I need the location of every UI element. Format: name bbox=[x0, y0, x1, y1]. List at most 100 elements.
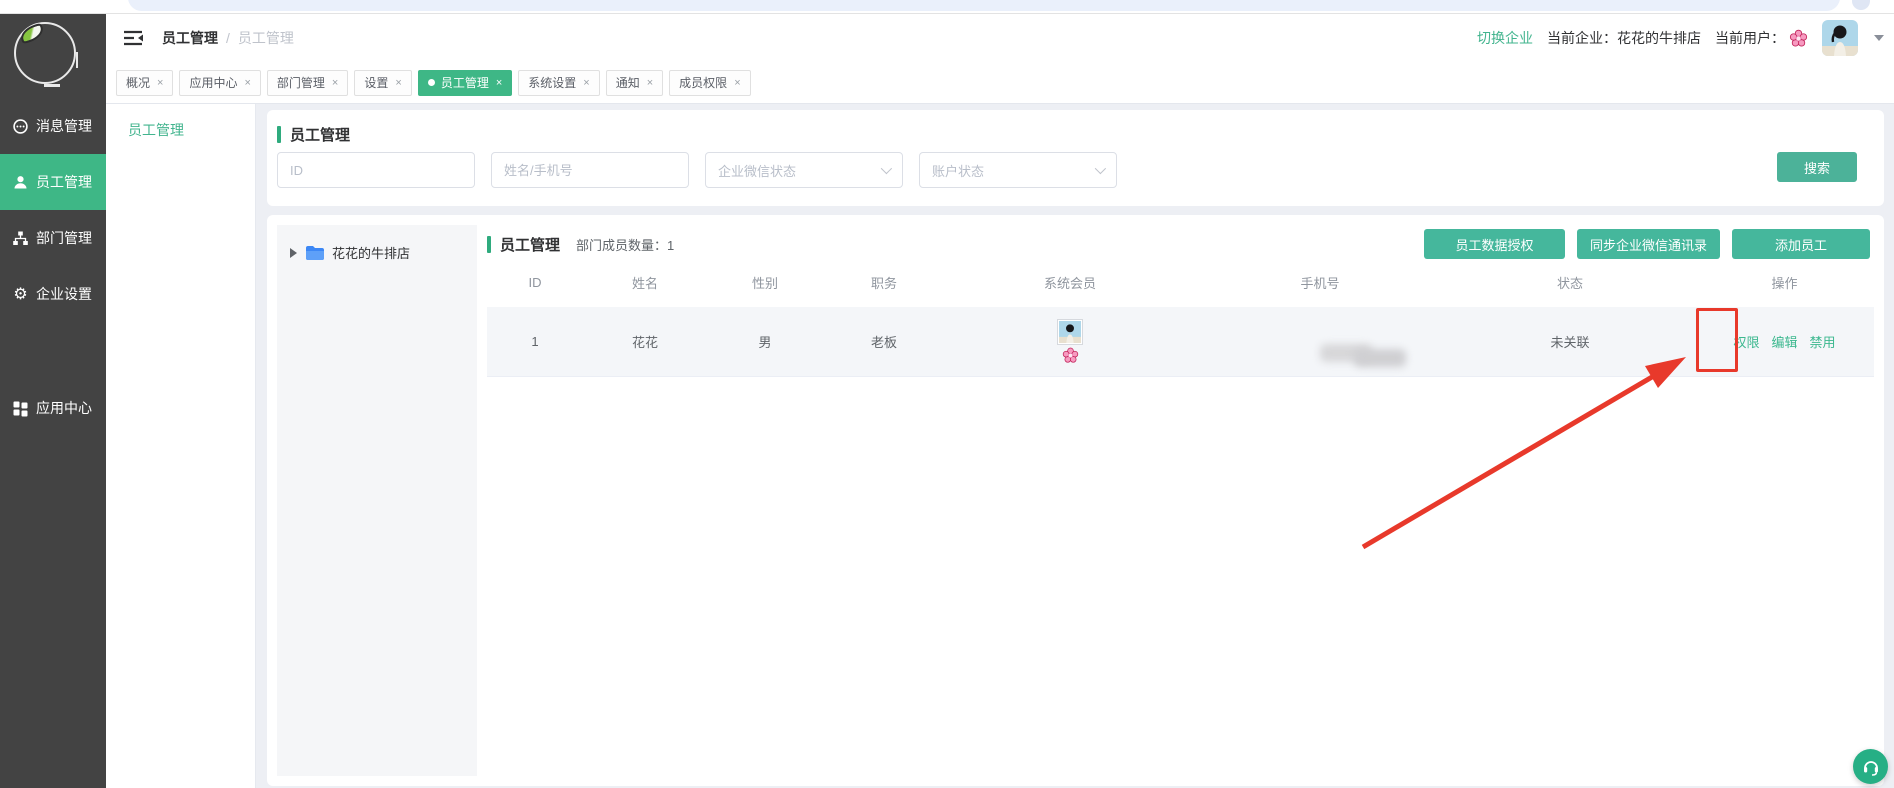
table-column-headers: ID 姓名 性别 职务 系统会员 手机号 状态 操作 bbox=[487, 262, 1874, 302]
department-tree: 花花的牛排店 bbox=[277, 225, 477, 776]
headset-icon bbox=[1861, 757, 1881, 777]
col-phone: 手机号 bbox=[1195, 273, 1445, 292]
employee-icon bbox=[12, 174, 29, 191]
permission-link[interactable]: 权限 bbox=[1733, 332, 1759, 351]
help-bubble-button[interactable] bbox=[1853, 749, 1888, 784]
browser-chrome-strip bbox=[0, 0, 1894, 14]
col-id: ID bbox=[487, 275, 583, 290]
filter-card: 员工管理 企业微信状态 账户状态 搜索 bbox=[267, 110, 1884, 206]
browser-omnibox[interactable] bbox=[128, 0, 1840, 11]
chevron-down-icon bbox=[1095, 163, 1106, 174]
tab-label: 通知 bbox=[616, 74, 640, 91]
close-icon[interactable]: × bbox=[734, 77, 740, 89]
accent-bar bbox=[277, 126, 281, 143]
tab-employees-active[interactable]: 员工管理 × bbox=[418, 70, 512, 96]
current-company-label: 当前企业：花花的牛排店 bbox=[1547, 28, 1701, 48]
tab-settings[interactable]: 设置 × bbox=[354, 70, 411, 96]
tab-member-permissions[interactable]: 成员权限 × bbox=[669, 70, 750, 96]
breadcrumb-item[interactable]: 员工管理 bbox=[162, 28, 218, 48]
wechat-status-select[interactable]: 企业微信状态 bbox=[705, 152, 903, 188]
breadcrumb-item[interactable]: 员工管理 bbox=[238, 28, 294, 48]
member-count-label: 部门成员数量： bbox=[576, 238, 667, 253]
name-phone-input[interactable] bbox=[491, 152, 689, 188]
member-avatar bbox=[1057, 319, 1083, 345]
folder-icon bbox=[305, 245, 325, 261]
table-header-bar: 员工管理 部门成员数量：1 员工数据授权 同步企业微信通讯录 添加员工 bbox=[487, 228, 1874, 260]
close-icon[interactable]: × bbox=[647, 77, 653, 89]
close-icon[interactable]: × bbox=[395, 77, 401, 89]
logo-tick bbox=[76, 52, 78, 68]
sidebar-item-app-center[interactable]: 应用中心 bbox=[0, 380, 106, 436]
app-center-icon bbox=[12, 400, 29, 417]
tab-label: 员工管理 bbox=[441, 74, 489, 91]
sidebar-item-departments[interactable]: 部门管理 bbox=[0, 210, 106, 266]
member-count: 部门成员数量：1 bbox=[576, 235, 674, 254]
tab-label: 应用中心 bbox=[189, 74, 237, 91]
user-avatar[interactable] bbox=[1822, 20, 1858, 56]
member-count-value: 1 bbox=[667, 238, 674, 253]
close-icon[interactable]: × bbox=[244, 77, 250, 89]
sidebar-item-messages[interactable]: 消息管理 bbox=[0, 98, 106, 154]
breadcrumb: 员工管理 / 员工管理 bbox=[162, 28, 294, 48]
menu-fold-icon[interactable] bbox=[122, 29, 144, 47]
add-employee-button[interactable]: 添加员工 bbox=[1732, 229, 1870, 259]
subnav-item-employees[interactable]: 员工管理 bbox=[106, 120, 255, 140]
tab-label: 成员权限 bbox=[679, 74, 727, 91]
member-avatar-badge bbox=[945, 319, 1195, 364]
row-status: 未关联 bbox=[1445, 332, 1695, 351]
tab-label: 系统设置 bbox=[528, 74, 576, 91]
chevron-down-icon[interactable] bbox=[1874, 35, 1884, 41]
message-icon bbox=[12, 118, 29, 135]
sidebar: 消息管理 员工管理 部门管理 ⚙ 企业设置 应用中心 bbox=[0, 14, 106, 788]
edit-link[interactable]: 编辑 bbox=[1771, 332, 1797, 351]
close-icon[interactable]: × bbox=[157, 77, 163, 89]
top-header: 员工管理 / 员工管理 切换企业 当前企业：花花的牛排店 当前用户： bbox=[106, 14, 1894, 62]
row-system-member bbox=[945, 319, 1195, 364]
filter-card-header: 员工管理 bbox=[267, 110, 1884, 145]
tab-overview[interactable]: 概况× bbox=[116, 70, 173, 96]
tree-expand-icon[interactable] bbox=[290, 248, 297, 258]
col-gender: 性别 bbox=[707, 273, 823, 292]
col-status: 状态 bbox=[1445, 273, 1695, 292]
disable-link[interactable]: 禁用 bbox=[1810, 332, 1836, 351]
id-input[interactable] bbox=[277, 152, 475, 188]
sidebar-item-label: 消息管理 bbox=[36, 116, 92, 136]
close-icon[interactable]: × bbox=[332, 77, 338, 89]
sidebar-item-label: 应用中心 bbox=[36, 398, 92, 418]
table-row: 1 花花 男 老板 bbox=[487, 307, 1874, 377]
tab-label: 部门管理 bbox=[277, 74, 325, 91]
gear-icon: ⚙ bbox=[12, 286, 29, 303]
row-job: 老板 bbox=[823, 332, 945, 351]
browser-button-remnant[interactable] bbox=[1852, 0, 1870, 10]
tab-system-settings[interactable]: 系统设置 × bbox=[518, 70, 599, 96]
row-id: 1 bbox=[487, 334, 583, 349]
close-icon[interactable]: × bbox=[496, 77, 502, 89]
flower-emoji-icon bbox=[1062, 347, 1079, 364]
switch-company-link[interactable]: 切换企业 bbox=[1477, 28, 1533, 48]
accent-bar bbox=[487, 236, 491, 253]
current-user-label: 当前用户： bbox=[1715, 28, 1785, 48]
table-title: 员工管理 bbox=[500, 234, 560, 255]
tree-node-label[interactable]: 花花的牛排店 bbox=[332, 243, 410, 262]
sync-wechat-contacts-button[interactable]: 同步企业微信通讯录 bbox=[1577, 229, 1720, 259]
sidebar-item-label: 部门管理 bbox=[36, 228, 92, 248]
tree-node-root[interactable]: 花花的牛排店 bbox=[277, 225, 477, 262]
tab-app-center[interactable]: 应用中心 × bbox=[179, 70, 260, 96]
sidebar-item-company-settings[interactable]: ⚙ 企业设置 bbox=[0, 266, 106, 322]
current-user: 当前用户： bbox=[1715, 28, 1808, 48]
tab-label: 设置 bbox=[364, 74, 388, 91]
tab-bar: 概况× 应用中心 × 部门管理 × 设置 × 员工管理 × 系统设置 × 通知 × 成员权限… bbox=[106, 62, 1894, 104]
account-status-select[interactable]: 账户状态 bbox=[919, 152, 1117, 188]
chevron-down-icon bbox=[881, 163, 892, 174]
search-button[interactable]: 搜索 bbox=[1777, 152, 1857, 182]
col-system-member: 系统会员 bbox=[945, 273, 1195, 292]
sidebar-item-employees[interactable]: 员工管理 bbox=[0, 154, 106, 210]
header-actions: 切换企业 当前企业：花花的牛排店 当前用户： bbox=[1477, 20, 1894, 56]
employee-data-auth-button[interactable]: 员工数据授权 bbox=[1424, 229, 1565, 259]
breadcrumb-separator: / bbox=[226, 30, 230, 46]
col-actions: 操作 bbox=[1695, 273, 1874, 292]
tab-departments[interactable]: 部门管理 × bbox=[267, 70, 348, 96]
tab-notifications[interactable]: 通知 × bbox=[606, 70, 663, 96]
close-icon[interactable]: × bbox=[583, 77, 589, 89]
logo-dash bbox=[44, 84, 60, 87]
